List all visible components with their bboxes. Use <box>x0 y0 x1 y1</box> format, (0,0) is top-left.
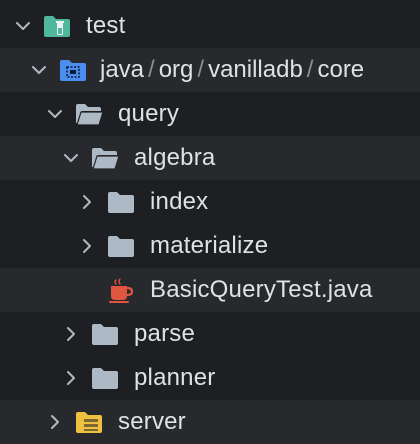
chevron-down-icon[interactable] <box>46 105 64 123</box>
tree-row-algebra[interactable]: algebra <box>0 136 420 180</box>
path-segment: core <box>317 56 365 83</box>
tree-row-server[interactable]: server <box>0 400 420 444</box>
java-test-icon <box>106 277 136 303</box>
test-folder-icon <box>42 13 72 39</box>
tree-row-label: planner <box>134 364 216 391</box>
chevron-down-icon[interactable] <box>14 17 32 35</box>
folder-icon <box>106 233 136 259</box>
tree-row-basic-query-test[interactable]: BasicQueryTest.java <box>0 268 420 312</box>
path-segment: vanilladb <box>208 56 303 83</box>
tree-row-planner[interactable]: planner <box>0 356 420 400</box>
project-tree: test java / org / vanilladb / core query… <box>0 0 420 444</box>
tree-row-parse[interactable]: parse <box>0 312 420 356</box>
server-folder-icon <box>74 409 104 435</box>
path-separator: / <box>306 56 314 83</box>
tree-row-spacer <box>78 281 96 299</box>
folder-icon <box>106 189 136 215</box>
tree-row-materialize[interactable]: materialize <box>0 224 420 268</box>
tree-row-query[interactable]: query <box>0 92 420 136</box>
tree-row-label: algebra <box>134 144 216 171</box>
chevron-right-icon[interactable] <box>62 369 80 387</box>
chevron-right-icon[interactable] <box>78 193 96 211</box>
package-folder-icon <box>58 57 88 83</box>
folder-icon <box>90 321 120 347</box>
tree-row-label: parse <box>134 320 196 347</box>
tree-row-label: query <box>118 100 180 127</box>
path-segment: java <box>100 56 145 83</box>
path-separator: / <box>197 56 205 83</box>
chevron-right-icon[interactable] <box>62 325 80 343</box>
tree-row-package-path[interactable]: java / org / vanilladb / core <box>0 48 420 92</box>
tree-row-label: BasicQueryTest.java <box>150 276 373 303</box>
path-separator: / <box>148 56 155 83</box>
tree-row-label: index <box>150 188 209 215</box>
tree-row-label: test <box>86 12 126 39</box>
tree-row-index[interactable]: index <box>0 180 420 224</box>
tree-row-label: server <box>118 408 186 435</box>
chevron-right-icon[interactable] <box>46 413 64 431</box>
chevron-right-icon[interactable] <box>78 237 96 255</box>
folder-open-icon <box>74 101 104 127</box>
tree-row-label: materialize <box>150 232 269 259</box>
chevron-down-icon[interactable] <box>62 149 80 167</box>
folder-icon <box>90 365 120 391</box>
path-segment: org <box>158 56 194 83</box>
package-path: java / org / vanilladb / core <box>100 56 364 84</box>
folder-open-icon <box>90 145 120 171</box>
tree-row-test[interactable]: test <box>0 4 420 48</box>
chevron-down-icon[interactable] <box>30 61 48 79</box>
